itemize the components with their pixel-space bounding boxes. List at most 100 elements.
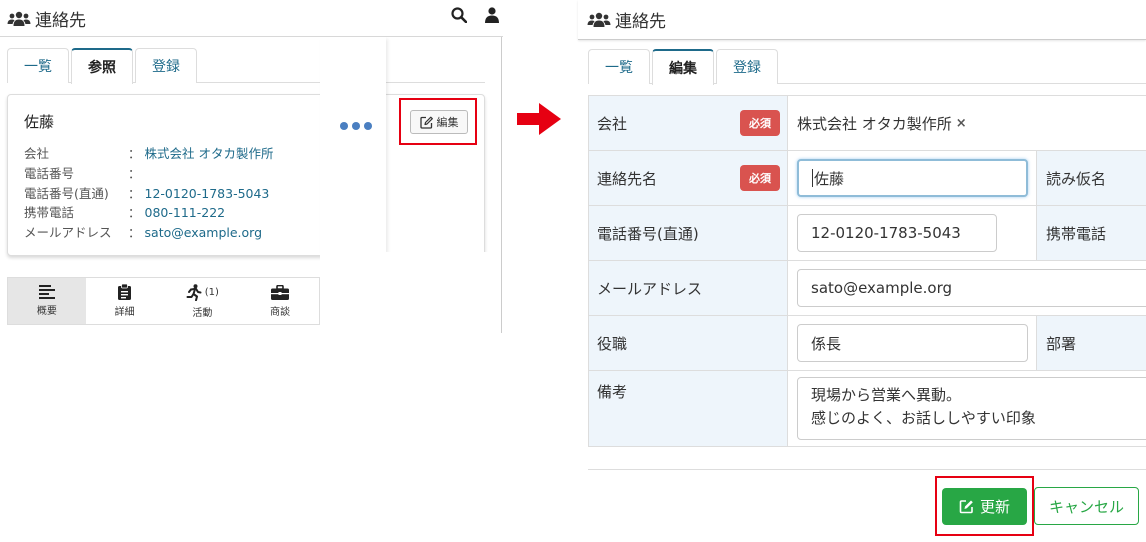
position-label: 役職: [597, 334, 628, 353]
overlay-gap: [320, 37, 386, 252]
user-icon[interactable]: [485, 7, 499, 23]
nav-deals[interactable]: 商談: [241, 278, 319, 324]
field-value: 係長 部署: [788, 316, 1146, 370]
field-label: 備考: [588, 371, 788, 446]
tab-view[interactable]: 参照: [71, 48, 133, 84]
company-select[interactable]: 株式会社 オタカ製作所 ×: [797, 96, 967, 150]
form-row-company: 会社 必須 株式会社 オタカ製作所 ×: [588, 96, 1146, 151]
users-icon: [7, 11, 31, 26]
direct-phone-input[interactable]: 12-0120-1783-5043: [797, 214, 997, 252]
tab-register[interactable]: 登録: [135, 48, 197, 83]
notes-line: 現場から営業へ異動。: [811, 386, 962, 404]
tab-bar: 一覧 参照 登録: [7, 48, 485, 84]
ellipsis-icon: [340, 122, 372, 130]
company-value: 株式会社 オタカ製作所: [797, 114, 952, 133]
tab-list[interactable]: 一覧: [7, 48, 69, 83]
email-label: メールアドレス: [597, 279, 703, 298]
detail-separator: ：: [128, 205, 141, 221]
detail-value[interactable]: 株式会社 オタカ製作所: [145, 144, 274, 164]
contact-details: 会社 ： 株式会社 オタカ製作所 電話番号 ： 電話番号(直通) ： 12-01…: [24, 144, 274, 243]
detail-value[interactable]: 080-111-222: [145, 203, 226, 223]
direct-phone-value: 12-0120-1783-5043: [811, 224, 961, 242]
briefcase-icon: [271, 284, 290, 300]
clipboard-icon: [118, 284, 132, 300]
furigana-label: 読み仮名: [1036, 151, 1146, 205]
detail-row-direct-phone: 電話番号(直通) ： 12-0120-1783-5043: [24, 184, 274, 204]
page-title-text: 連絡先: [35, 11, 86, 31]
field-label: 役職: [588, 316, 788, 370]
email-value: sato@example.org: [811, 279, 952, 297]
divider: [501, 37, 502, 333]
left-screen: 連絡先 一覧 参照 登録 佐藤 会社 ： 株式会社 オタカ製作所 電話番号 ： …: [0, 0, 503, 542]
nav-label: 詳細: [114, 307, 135, 318]
mobile-label: 携帯電話: [1036, 206, 1146, 260]
list-icon: [38, 285, 55, 299]
detail-row-email: メールアドレス ： sato@example.org: [24, 223, 274, 243]
search-icon[interactable]: [451, 7, 467, 23]
tab-bar: 一覧 編集 登録: [588, 49, 1146, 85]
detail-key: 会社: [24, 146, 50, 161]
notes-textarea[interactable]: 現場から営業へ異動。 感じのよく、お話ししやすい印象: [797, 377, 1146, 440]
nav-label: 商談: [270, 306, 291, 318]
highlight-box: [935, 476, 1034, 536]
field-value: 株式会社 オタカ製作所 ×: [788, 96, 1146, 150]
field-value: 12-0120-1783-5043 携帯電話: [788, 206, 1146, 260]
app-header: 連絡先: [578, 0, 1146, 40]
department-label: 部署: [1036, 316, 1146, 370]
contact-name-input[interactable]: 佐藤: [797, 159, 1028, 197]
detail-key: メールアドレス: [24, 225, 112, 241]
form-row-notes: 備考 現場から営業へ異動。 感じのよく、お話ししやすい印象: [588, 371, 1146, 447]
form-row-email: メールアドレス sato@example.org: [588, 261, 1146, 316]
notes-line: 感じのよく、お話ししやすい印象: [811, 409, 1036, 427]
field-value: sato@example.org: [788, 261, 1146, 315]
tab-register[interactable]: 登録: [716, 49, 778, 84]
detail-value[interactable]: sato@example.org: [145, 223, 263, 243]
form-row-position: 役職 係長 部署: [588, 316, 1146, 371]
field-label: 連絡先名 必須: [588, 151, 788, 205]
page-title: 連絡先: [7, 6, 86, 31]
highlight-box: [399, 98, 477, 145]
bottom-nav: 概要 詳細 (1) 活動 商談: [7, 277, 320, 325]
field-label: 会社 必須: [588, 96, 788, 150]
position-input[interactable]: 係長: [797, 324, 1028, 362]
tab-list[interactable]: 一覧: [588, 49, 650, 84]
arrow-right-icon: [517, 103, 561, 135]
detail-row-company: 会社 ： 株式会社 オタカ製作所: [24, 144, 274, 164]
tab-edit[interactable]: 編集: [652, 49, 714, 85]
email-input[interactable]: sato@example.org: [797, 269, 1146, 307]
detail-separator: ：: [128, 146, 141, 161]
required-badge: 必須: [740, 110, 780, 136]
required-badge: 必須: [740, 165, 780, 191]
detail-separator: ：: [128, 165, 141, 181]
text-caret: [812, 169, 813, 187]
cancel-button[interactable]: キャンセル: [1034, 487, 1139, 525]
form-row-contact-name: 連絡先名 必須 佐藤 読み仮名: [588, 151, 1146, 206]
right-screen: 連絡先 一覧 編集 登録 会社 必須 株式会社 オタカ製作所 × 連絡先名 必須…: [578, 0, 1146, 542]
notes-label: 備考: [597, 383, 628, 401]
field-value: 佐藤 読み仮名: [788, 151, 1146, 205]
direct-phone-label: 電話番号(直通): [597, 224, 699, 243]
page-title-text: 連絡先: [615, 12, 666, 32]
contact-name-label: 連絡先名: [597, 169, 658, 188]
nav-activity[interactable]: (1) 活動: [164, 278, 242, 324]
detail-value[interactable]: 12-0120-1783-5043: [145, 184, 270, 204]
divider: [588, 469, 1146, 470]
contact-name: 佐藤: [24, 113, 55, 131]
detail-key: 携帯電話: [24, 205, 75, 221]
users-icon: [587, 12, 611, 27]
nav-overview[interactable]: 概要: [8, 278, 86, 324]
field-label: メールアドレス: [588, 261, 788, 315]
contact-name-value: 佐藤: [814, 169, 845, 188]
field-value: 現場から営業へ異動。 感じのよく、お話ししやすい印象: [788, 371, 1146, 446]
app-header: 連絡先: [0, 0, 503, 37]
nav-detail[interactable]: 詳細: [86, 278, 164, 324]
detail-key: 電話番号: [24, 165, 75, 181]
company-label: 会社: [597, 114, 628, 133]
overlay-gap: [320, 252, 503, 347]
remove-icon[interactable]: ×: [956, 116, 967, 131]
edit-form: 会社 必須 株式会社 オタカ製作所 × 連絡先名 必須 佐藤 読み仮名 電話番号…: [588, 95, 1146, 447]
detail-key: 電話番号(直通): [24, 185, 109, 201]
detail-separator: ：: [128, 225, 141, 241]
detail-separator: ：: [128, 185, 141, 201]
position-value: 係長: [811, 334, 842, 353]
